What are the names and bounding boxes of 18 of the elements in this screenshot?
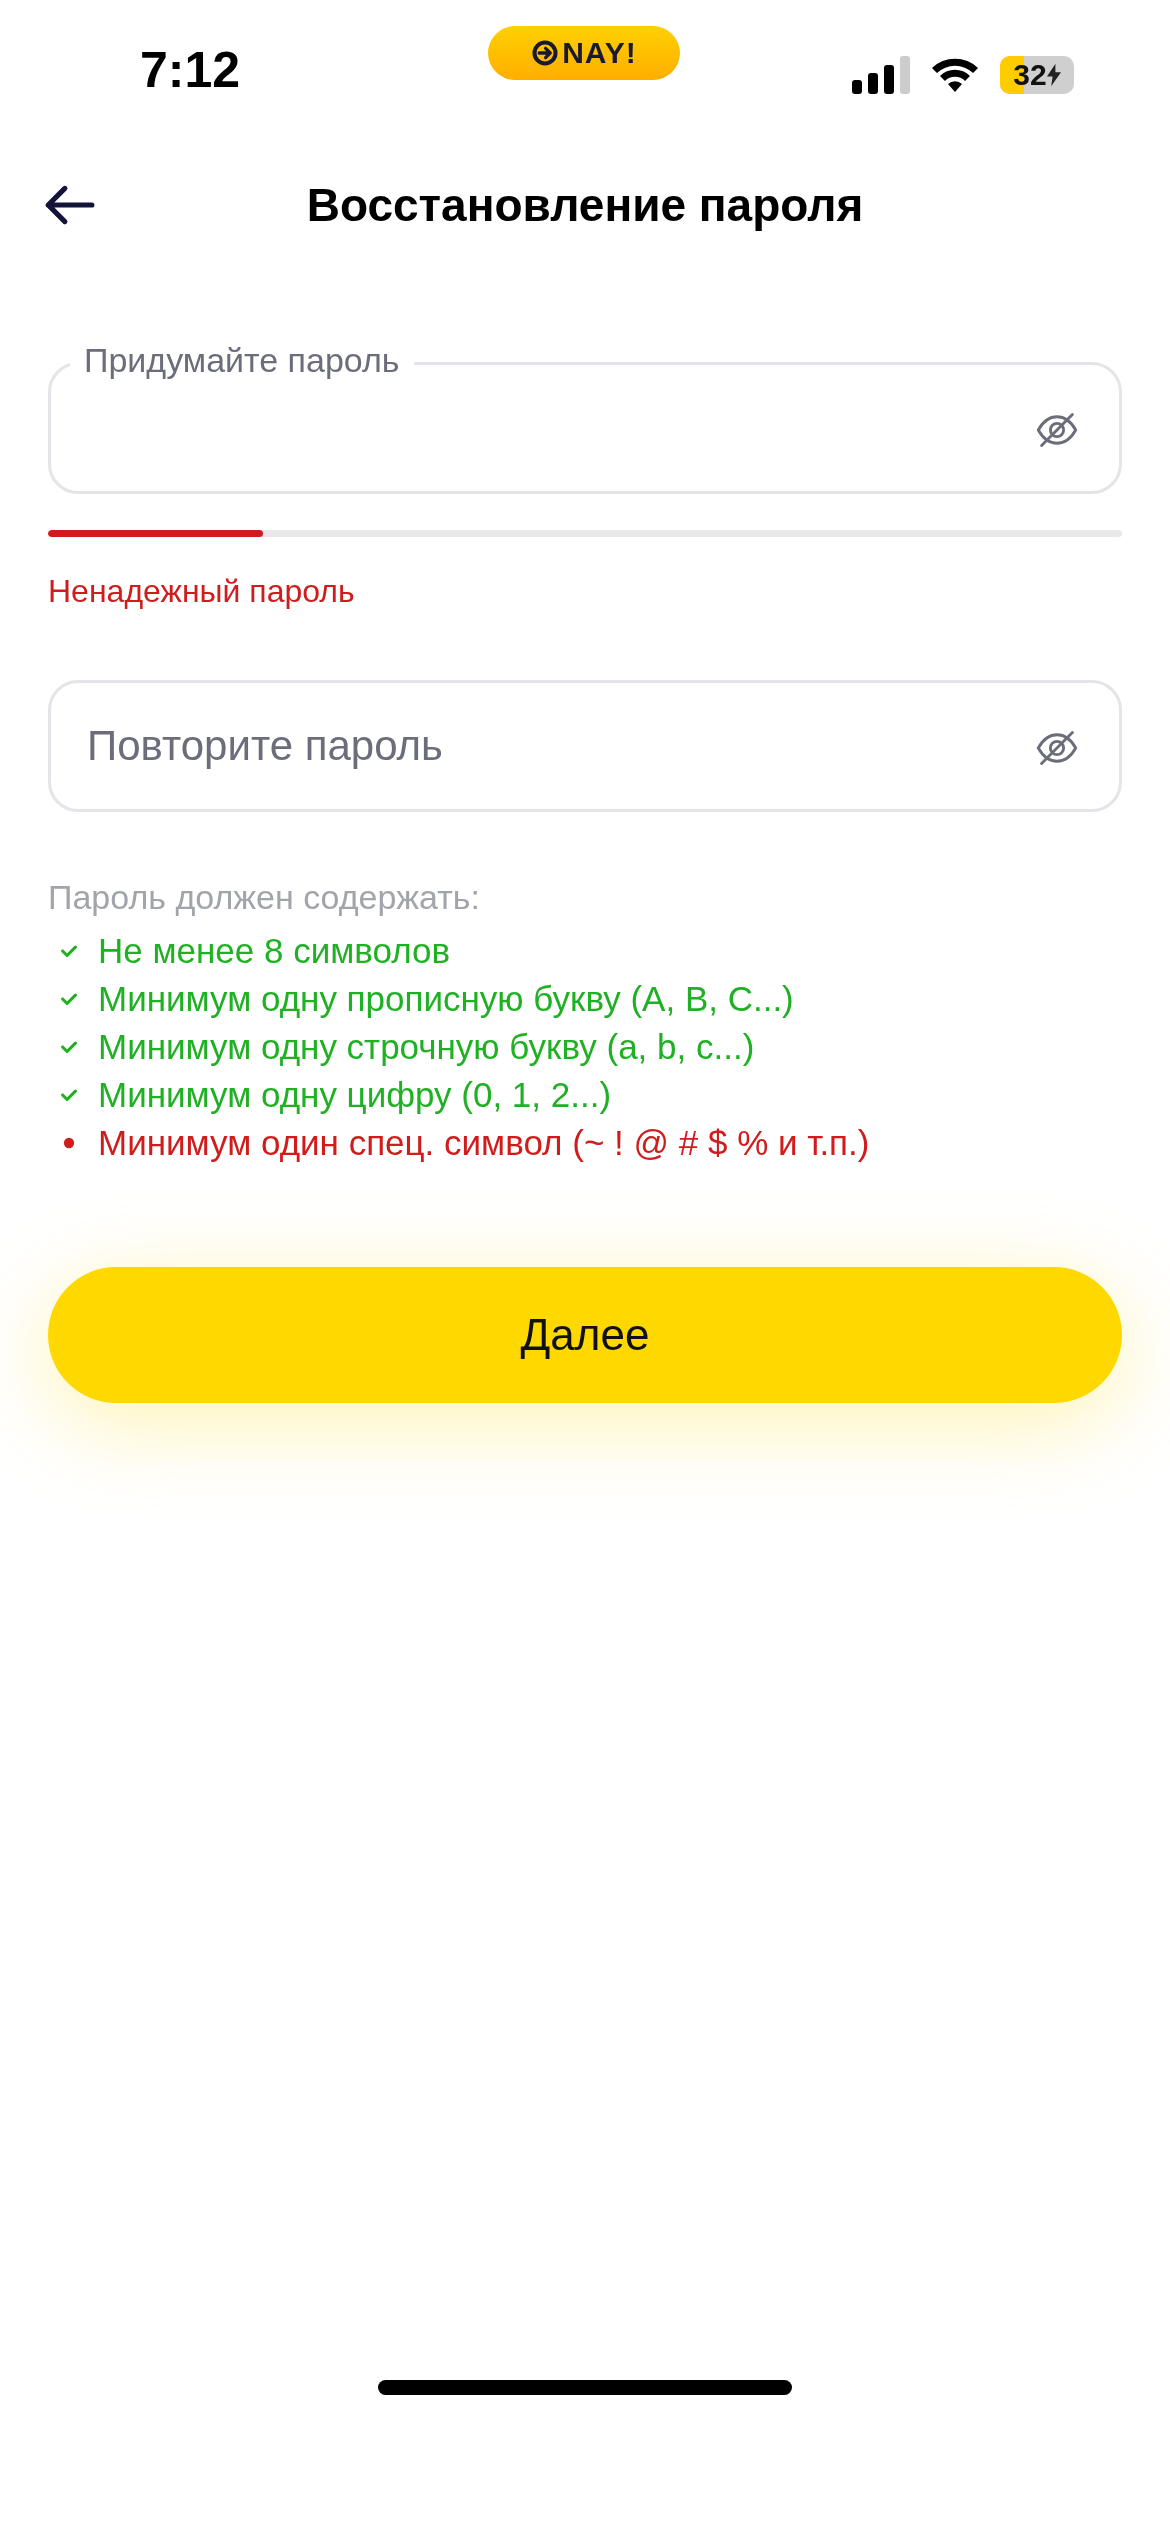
- eye-hidden-icon[interactable]: [1035, 411, 1079, 449]
- eye-hidden-icon[interactable]: [1035, 729, 1079, 767]
- wifi-icon: [930, 56, 980, 94]
- requirements-title: Пароль должен содержать:: [48, 878, 481, 917]
- page-title: Восстановление пароля: [306, 178, 864, 232]
- app-logo: NAY!: [488, 26, 680, 80]
- requirement-text: Минимум одну строчную букву (a, b, c...): [98, 1027, 755, 1067]
- arrow-circle-icon: [531, 39, 560, 67]
- signal-icon: [852, 56, 910, 94]
- requirement-text: Не менее 8 символов: [98, 931, 451, 971]
- status-time: 7:12: [140, 41, 242, 99]
- field-placeholder: Повторите пароль: [87, 722, 443, 770]
- next-button[interactable]: Далее: [48, 1267, 1122, 1403]
- requirement-text: Минимум один спец. символ (~ ! @ # $ % и т.п.): [98, 1123, 870, 1163]
- requirement-text: Минимум одну прописную букву (A, B, C...): [98, 979, 794, 1019]
- requirement-text: Минимум одну цифру (0, 1, 2...): [98, 1075, 612, 1115]
- repeat-password-field[interactable]: Повторите пароль: [48, 680, 1122, 812]
- strength-text: Ненадежный пароль: [48, 573, 356, 610]
